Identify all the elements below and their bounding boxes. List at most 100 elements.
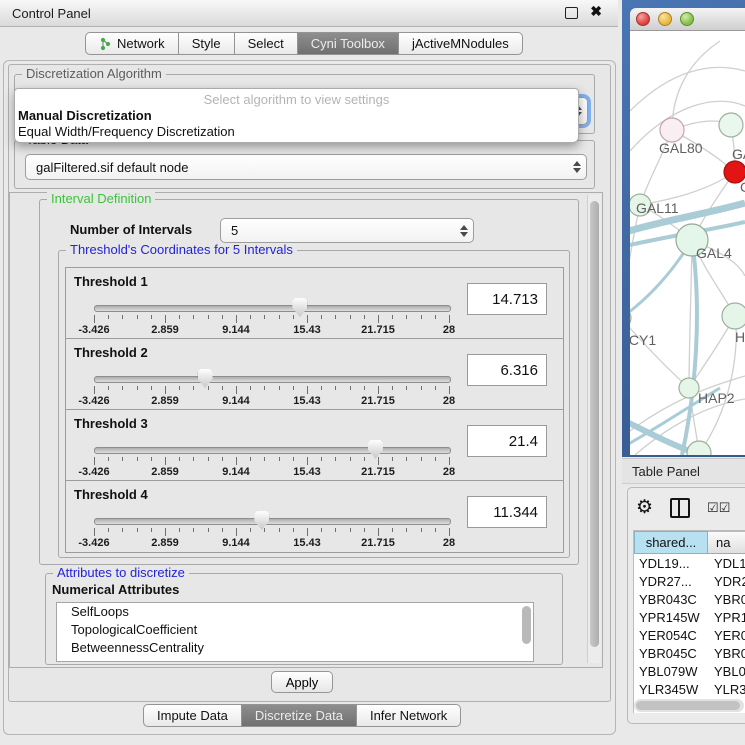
float-window-icon[interactable]	[565, 7, 578, 19]
tab-label: jActiveMNodules	[412, 36, 509, 51]
network-graph: GAL80GACGAL11GAL4GCY1HHAP2	[630, 31, 745, 455]
close-traffic-light-icon[interactable]	[636, 12, 650, 26]
select-columns-icon[interactable]: ☑☑	[707, 500, 730, 516]
tab-style[interactable]: Style	[179, 32, 235, 55]
attribute-list-item[interactable]: SelfLoops	[57, 603, 533, 621]
threshold-label: Threshold 3	[74, 416, 148, 431]
node-label: GCY1	[630, 332, 656, 348]
thresholds-group-title: Threshold's Coordinates for 5 Intervals	[66, 243, 297, 257]
table-row[interactable]: YLR345WYLR3	[634, 680, 745, 698]
threshold-slider[interactable]	[94, 305, 451, 312]
tab-label: Network	[117, 36, 165, 51]
scrollbar-thumb[interactable]	[636, 701, 740, 710]
tab-select[interactable]: Select	[235, 32, 298, 55]
tab-infer-network[interactable]: Infer Network	[357, 704, 461, 727]
network-node[interactable]	[679, 378, 699, 398]
threshold-value-field[interactable]: 21.4	[467, 425, 547, 457]
interval-definition-title: Interval Definition	[47, 192, 155, 206]
network-canvas[interactable]: GAL80GACGAL11GAL4GCY1HHAP2	[630, 31, 745, 455]
threshold-label: Threshold 4	[74, 487, 148, 502]
tab-network[interactable]: Network	[85, 32, 179, 55]
threshold-slider[interactable]	[94, 376, 451, 383]
table-header-row: shared... na	[634, 531, 745, 554]
settings-vertical-scrollbar[interactable]	[587, 195, 601, 663]
table-row[interactable]: YDL19...YDL1	[634, 554, 745, 572]
scrollbar-thumb[interactable]	[590, 201, 599, 647]
zoom-traffic-light-icon[interactable]	[680, 12, 694, 26]
discretization-algorithm-group-title: Discretization Algorithm	[22, 67, 166, 81]
control-panel-titlebar: Control Panel ✖	[0, 0, 618, 27]
network-edge[interactable]	[630, 318, 689, 388]
algorithm-option[interactable]: Manual Discretization	[15, 107, 578, 123]
threshold-value-field[interactable]: 11.344	[467, 496, 547, 528]
node-label: GA	[732, 146, 745, 162]
interval-definition-group: Interval Definition Number of Intervals …	[39, 199, 579, 565]
threshold-value-field[interactable]: 14.713	[467, 283, 547, 315]
tab-label: Discretize Data	[255, 708, 343, 723]
table-row[interactable]: YBR043CYBR0	[634, 590, 745, 608]
table-row[interactable]: YDR27...YDR2	[634, 572, 745, 590]
attribute-list-item[interactable]: TopologicalCoefficient	[57, 621, 533, 639]
attribute-list-item[interactable]: BetweennessCentrality	[57, 639, 533, 657]
close-icon[interactable]: ✖	[590, 3, 602, 20]
number-of-intervals-label: Number of Intervals	[70, 222, 192, 237]
settings-scroll-panel: Interval Definition Number of Intervals …	[9, 192, 603, 668]
slider-ticks	[94, 386, 450, 395]
table-data-combobox[interactable]: galFiltered.sif default node	[25, 154, 587, 180]
threshold-value-field[interactable]: 6.316	[467, 354, 547, 386]
slider-scale-labels: -3.4262.8599.14415.4321.71528	[94, 324, 450, 336]
gear-icon[interactable]: ⚙	[636, 496, 653, 519]
combo-stepper-icon	[568, 161, 586, 173]
column-header-shared-name[interactable]: shared...	[634, 531, 708, 554]
network-window-titlebar	[630, 8, 745, 31]
tab-cyni-toolbox[interactable]: Cyni Toolbox	[298, 32, 399, 55]
node-attribute-table: shared... na YDL19...YDL1YDR27...YDR2YBR…	[633, 530, 745, 713]
network-node[interactable]	[687, 441, 711, 455]
threshold-row-3: Threshold 3-3.4262.8599.14415.4321.71528…	[65, 409, 564, 482]
threshold-row-4: Threshold 4-3.4262.8599.14415.4321.71528…	[65, 480, 564, 553]
minimize-traffic-light-icon[interactable]	[658, 12, 672, 26]
node-label: C	[740, 179, 745, 195]
network-edge[interactable]	[672, 41, 720, 130]
tab-label: Cyni Toolbox	[311, 36, 385, 51]
table-horizontal-scrollbar[interactable]	[634, 699, 744, 712]
table-panel-title: Table Panel	[632, 464, 700, 479]
combo-stepper-icon	[455, 225, 473, 237]
threshold-slider[interactable]	[94, 518, 451, 525]
numerical-attributes-list[interactable]: SelfLoopsTopologicalCoefficientBetweenne…	[56, 602, 534, 662]
slider-scale-labels: -3.4262.8599.14415.4321.71528	[94, 395, 450, 407]
bottom-tab-bar: Impute Data Discretize Data Infer Network	[143, 704, 461, 727]
table-toolbar: ⚙ ☑☑	[636, 496, 730, 519]
table-row[interactable]: YER054CYER0	[634, 626, 745, 644]
tab-label: Infer Network	[370, 708, 447, 723]
tab-label: Impute Data	[157, 708, 228, 723]
attributes-group: Attributes to discretize Numerical Attri…	[45, 573, 563, 665]
algorithm-dropdown-popup: Select algorithm to view settings Manual…	[14, 88, 579, 143]
tab-jactivemnodules[interactable]: jActiveMNodules	[399, 32, 523, 55]
algorithm-popup-hint: Select algorithm to view settings	[15, 92, 578, 107]
slider-ticks	[94, 528, 450, 537]
threshold-row-2: Threshold 2-3.4262.8599.14415.4321.71528…	[65, 338, 564, 411]
apply-button[interactable]: Apply	[271, 671, 333, 693]
network-edge[interactable]	[630, 205, 640, 318]
threshold-slider[interactable]	[94, 447, 451, 454]
tab-impute-data[interactable]: Impute Data	[143, 704, 242, 727]
list-scrollbar-thumb[interactable]	[522, 606, 531, 644]
split-pane-icon[interactable]	[670, 498, 690, 518]
network-node[interactable]	[722, 303, 745, 329]
number-of-intervals-combobox[interactable]: 5	[220, 218, 474, 243]
algorithm-option[interactable]: Equal Width/Frequency Discretization	[15, 123, 578, 139]
table-row[interactable]: YPR145WYPR1	[634, 608, 745, 626]
node-label: H	[735, 329, 745, 345]
network-node[interactable]	[660, 118, 684, 142]
table-row[interactable]: YBR045CYBR0	[634, 644, 745, 662]
network-node[interactable]	[719, 113, 743, 137]
screen: Control Panel ✖ Network StyleSelect Cyni T…	[0, 0, 745, 745]
slider-ticks	[94, 315, 450, 324]
attributes-group-title: Attributes to discretize	[53, 566, 189, 580]
table-panel-header: Table Panel	[622, 458, 745, 484]
network-edge[interactable]	[689, 240, 692, 388]
table-row[interactable]: YBL079WYBL0	[634, 662, 745, 680]
tab-discretize-data[interactable]: Discretize Data	[242, 704, 357, 727]
column-header-name[interactable]: na	[708, 531, 745, 554]
